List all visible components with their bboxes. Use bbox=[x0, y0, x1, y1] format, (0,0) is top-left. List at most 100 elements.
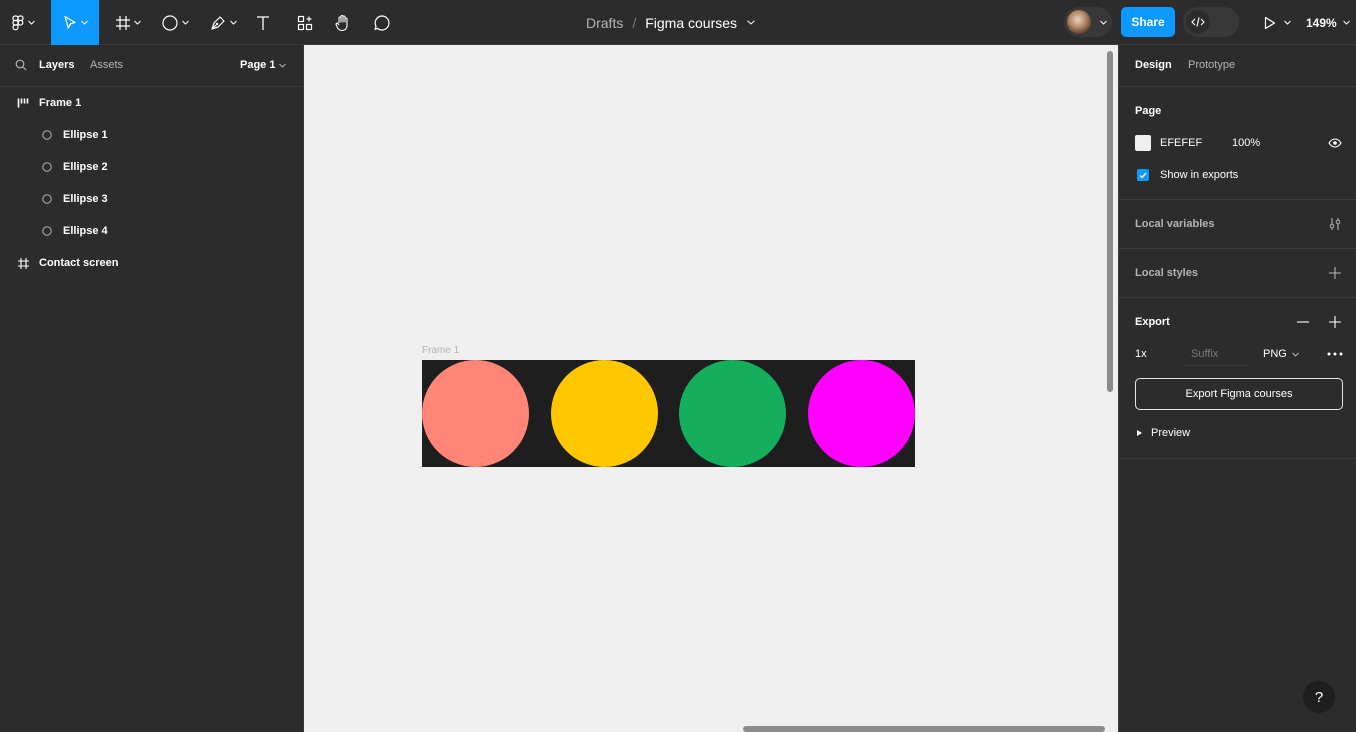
figma-logo-icon bbox=[11, 14, 24, 30]
layer-label: Frame 1 bbox=[39, 97, 82, 109]
tab-layers[interactable]: Layers bbox=[39, 59, 74, 71]
check-icon bbox=[1139, 172, 1147, 179]
frame-hash-icon bbox=[17, 257, 29, 269]
file-name[interactable]: Figma courses bbox=[645, 15, 737, 31]
zoom-level: 149% bbox=[1306, 15, 1337, 30]
plus-icon[interactable] bbox=[1329, 267, 1341, 279]
chevron-down-icon bbox=[1291, 352, 1299, 357]
local-variables-title[interactable]: Local variables bbox=[1135, 218, 1215, 230]
shape-tool-button[interactable] bbox=[158, 0, 192, 45]
ellipse-layer-icon bbox=[41, 129, 53, 141]
top-toolbar: Drafts / Figma courses Share 149% bbox=[0, 0, 1356, 45]
eye-icon[interactable] bbox=[1328, 138, 1342, 148]
layer-label: Ellipse 2 bbox=[63, 161, 108, 173]
local-variables-section: Local variables bbox=[1119, 200, 1356, 249]
ellipse-layer-icon bbox=[41, 225, 53, 237]
text-tool-button[interactable] bbox=[252, 0, 274, 45]
ellipse-2[interactable] bbox=[551, 360, 658, 467]
sliders-icon[interactable] bbox=[1329, 217, 1341, 231]
chevron-down-icon bbox=[1100, 20, 1107, 25]
ellipse-icon bbox=[161, 14, 178, 31]
ellipse-4[interactable] bbox=[808, 360, 915, 467]
page-color-swatch[interactable] bbox=[1135, 135, 1151, 151]
more-options-icon[interactable] bbox=[1327, 352, 1343, 356]
show-in-exports-label: Show in exports bbox=[1160, 169, 1239, 181]
properties-panel: Design Prototype Page EFEFEF 100% Show i… bbox=[1118, 45, 1356, 732]
export-section-title: Export bbox=[1135, 316, 1170, 328]
frame-hash-icon bbox=[115, 15, 130, 30]
chevron-down-icon bbox=[80, 20, 88, 25]
chevron-down-icon bbox=[1283, 20, 1291, 25]
zoom-menu[interactable]: 149% bbox=[1306, 0, 1350, 45]
move-tool-button[interactable] bbox=[51, 0, 99, 45]
export-suffix-placeholder: Suffix bbox=[1191, 348, 1219, 360]
help-button[interactable]: ? bbox=[1303, 681, 1335, 713]
page-color-hex[interactable]: EFEFEF bbox=[1160, 137, 1202, 149]
local-styles-section: Local styles bbox=[1119, 249, 1356, 298]
hand-tool-button[interactable] bbox=[331, 0, 355, 45]
chevron-down-icon[interactable] bbox=[747, 20, 755, 25]
page-section: Page EFEFEF 100% Show in exports bbox=[1119, 87, 1356, 200]
play-icon bbox=[1264, 16, 1275, 29]
export-section: Export 1x Suffix PNG Export Figma course… bbox=[1119, 298, 1356, 459]
local-styles-title: Local styles bbox=[1135, 267, 1198, 279]
avatar bbox=[1067, 10, 1091, 34]
search-icon[interactable] bbox=[15, 59, 27, 71]
ellipse-layer-icon bbox=[41, 193, 53, 205]
tab-design[interactable]: Design bbox=[1135, 59, 1172, 71]
export-preview-toggle[interactable]: Preview bbox=[1137, 427, 1190, 439]
export-button[interactable]: Export Figma courses bbox=[1135, 378, 1343, 410]
breadcrumb: Drafts / Figma courses bbox=[586, 0, 755, 45]
tab-prototype[interactable]: Prototype bbox=[1188, 59, 1235, 71]
ellipse-layer-icon bbox=[41, 161, 53, 173]
layer-label: Ellipse 4 bbox=[63, 225, 108, 237]
pen-icon bbox=[210, 15, 225, 30]
left-panel-tabs: Layers Assets Page 1 bbox=[0, 45, 303, 87]
dev-mode-knob bbox=[1186, 10, 1210, 34]
ellipse-1[interactable] bbox=[422, 360, 529, 467]
components-icon bbox=[297, 15, 313, 30]
main-menu-button[interactable] bbox=[0, 0, 46, 45]
export-suffix-input[interactable]: Suffix bbox=[1183, 342, 1249, 366]
layer-frame-1[interactable]: Frame 1 bbox=[17, 87, 81, 119]
horizontal-scrollbar[interactable] bbox=[743, 726, 1105, 732]
layer-contact-screen[interactable]: Contact screen bbox=[17, 247, 118, 279]
chevron-down-icon bbox=[133, 20, 141, 25]
show-in-exports-checkbox[interactable] bbox=[1137, 169, 1149, 181]
layer-ellipse-4[interactable]: Ellipse 4 bbox=[41, 215, 108, 247]
export-format-select[interactable]: PNG bbox=[1263, 348, 1299, 360]
plus-icon[interactable] bbox=[1329, 316, 1341, 328]
layers-panel: Layers Assets Page 1 Frame 1 Ellipse 1 E… bbox=[0, 45, 304, 732]
page-opacity[interactable]: 100% bbox=[1232, 137, 1260, 149]
resources-tool-button[interactable] bbox=[293, 0, 317, 45]
layer-ellipse-1[interactable]: Ellipse 1 bbox=[41, 119, 108, 151]
chevron-down-icon bbox=[279, 63, 287, 68]
chevron-down-icon bbox=[1342, 20, 1350, 25]
comment-tool-button[interactable] bbox=[370, 0, 394, 45]
right-panel-tabs: Design Prototype bbox=[1119, 45, 1356, 87]
page-section-title: Page bbox=[1135, 105, 1162, 117]
ellipse-3[interactable] bbox=[679, 360, 786, 467]
share-button[interactable]: Share bbox=[1121, 7, 1175, 37]
canvas[interactable]: Frame 1 bbox=[304, 45, 1118, 732]
dev-mode-toggle[interactable] bbox=[1183, 7, 1239, 37]
minus-icon[interactable] bbox=[1297, 321, 1309, 323]
layer-label: Contact screen bbox=[39, 257, 119, 269]
vertical-scrollbar[interactable] bbox=[1107, 51, 1113, 392]
page-selector[interactable]: Page 1 bbox=[240, 59, 287, 71]
frame-label[interactable]: Frame 1 bbox=[422, 345, 459, 356]
breadcrumb-drafts-link[interactable]: Drafts bbox=[586, 15, 623, 31]
pen-tool-button[interactable] bbox=[205, 0, 241, 45]
multiplayer-avatar-button[interactable] bbox=[1064, 7, 1112, 37]
layer-ellipse-3[interactable]: Ellipse 3 bbox=[41, 183, 108, 215]
export-scale[interactable]: 1x bbox=[1135, 348, 1147, 360]
tab-assets[interactable]: Assets bbox=[90, 59, 123, 71]
code-icon bbox=[1191, 17, 1205, 27]
chevron-down-icon bbox=[229, 20, 237, 25]
page-selector-label: Page 1 bbox=[240, 59, 276, 71]
frame-tool-button[interactable] bbox=[110, 0, 146, 45]
layer-ellipse-2[interactable]: Ellipse 2 bbox=[41, 151, 108, 183]
frame-1[interactable] bbox=[422, 360, 915, 467]
present-button[interactable] bbox=[1260, 0, 1294, 45]
comment-icon bbox=[374, 14, 390, 31]
